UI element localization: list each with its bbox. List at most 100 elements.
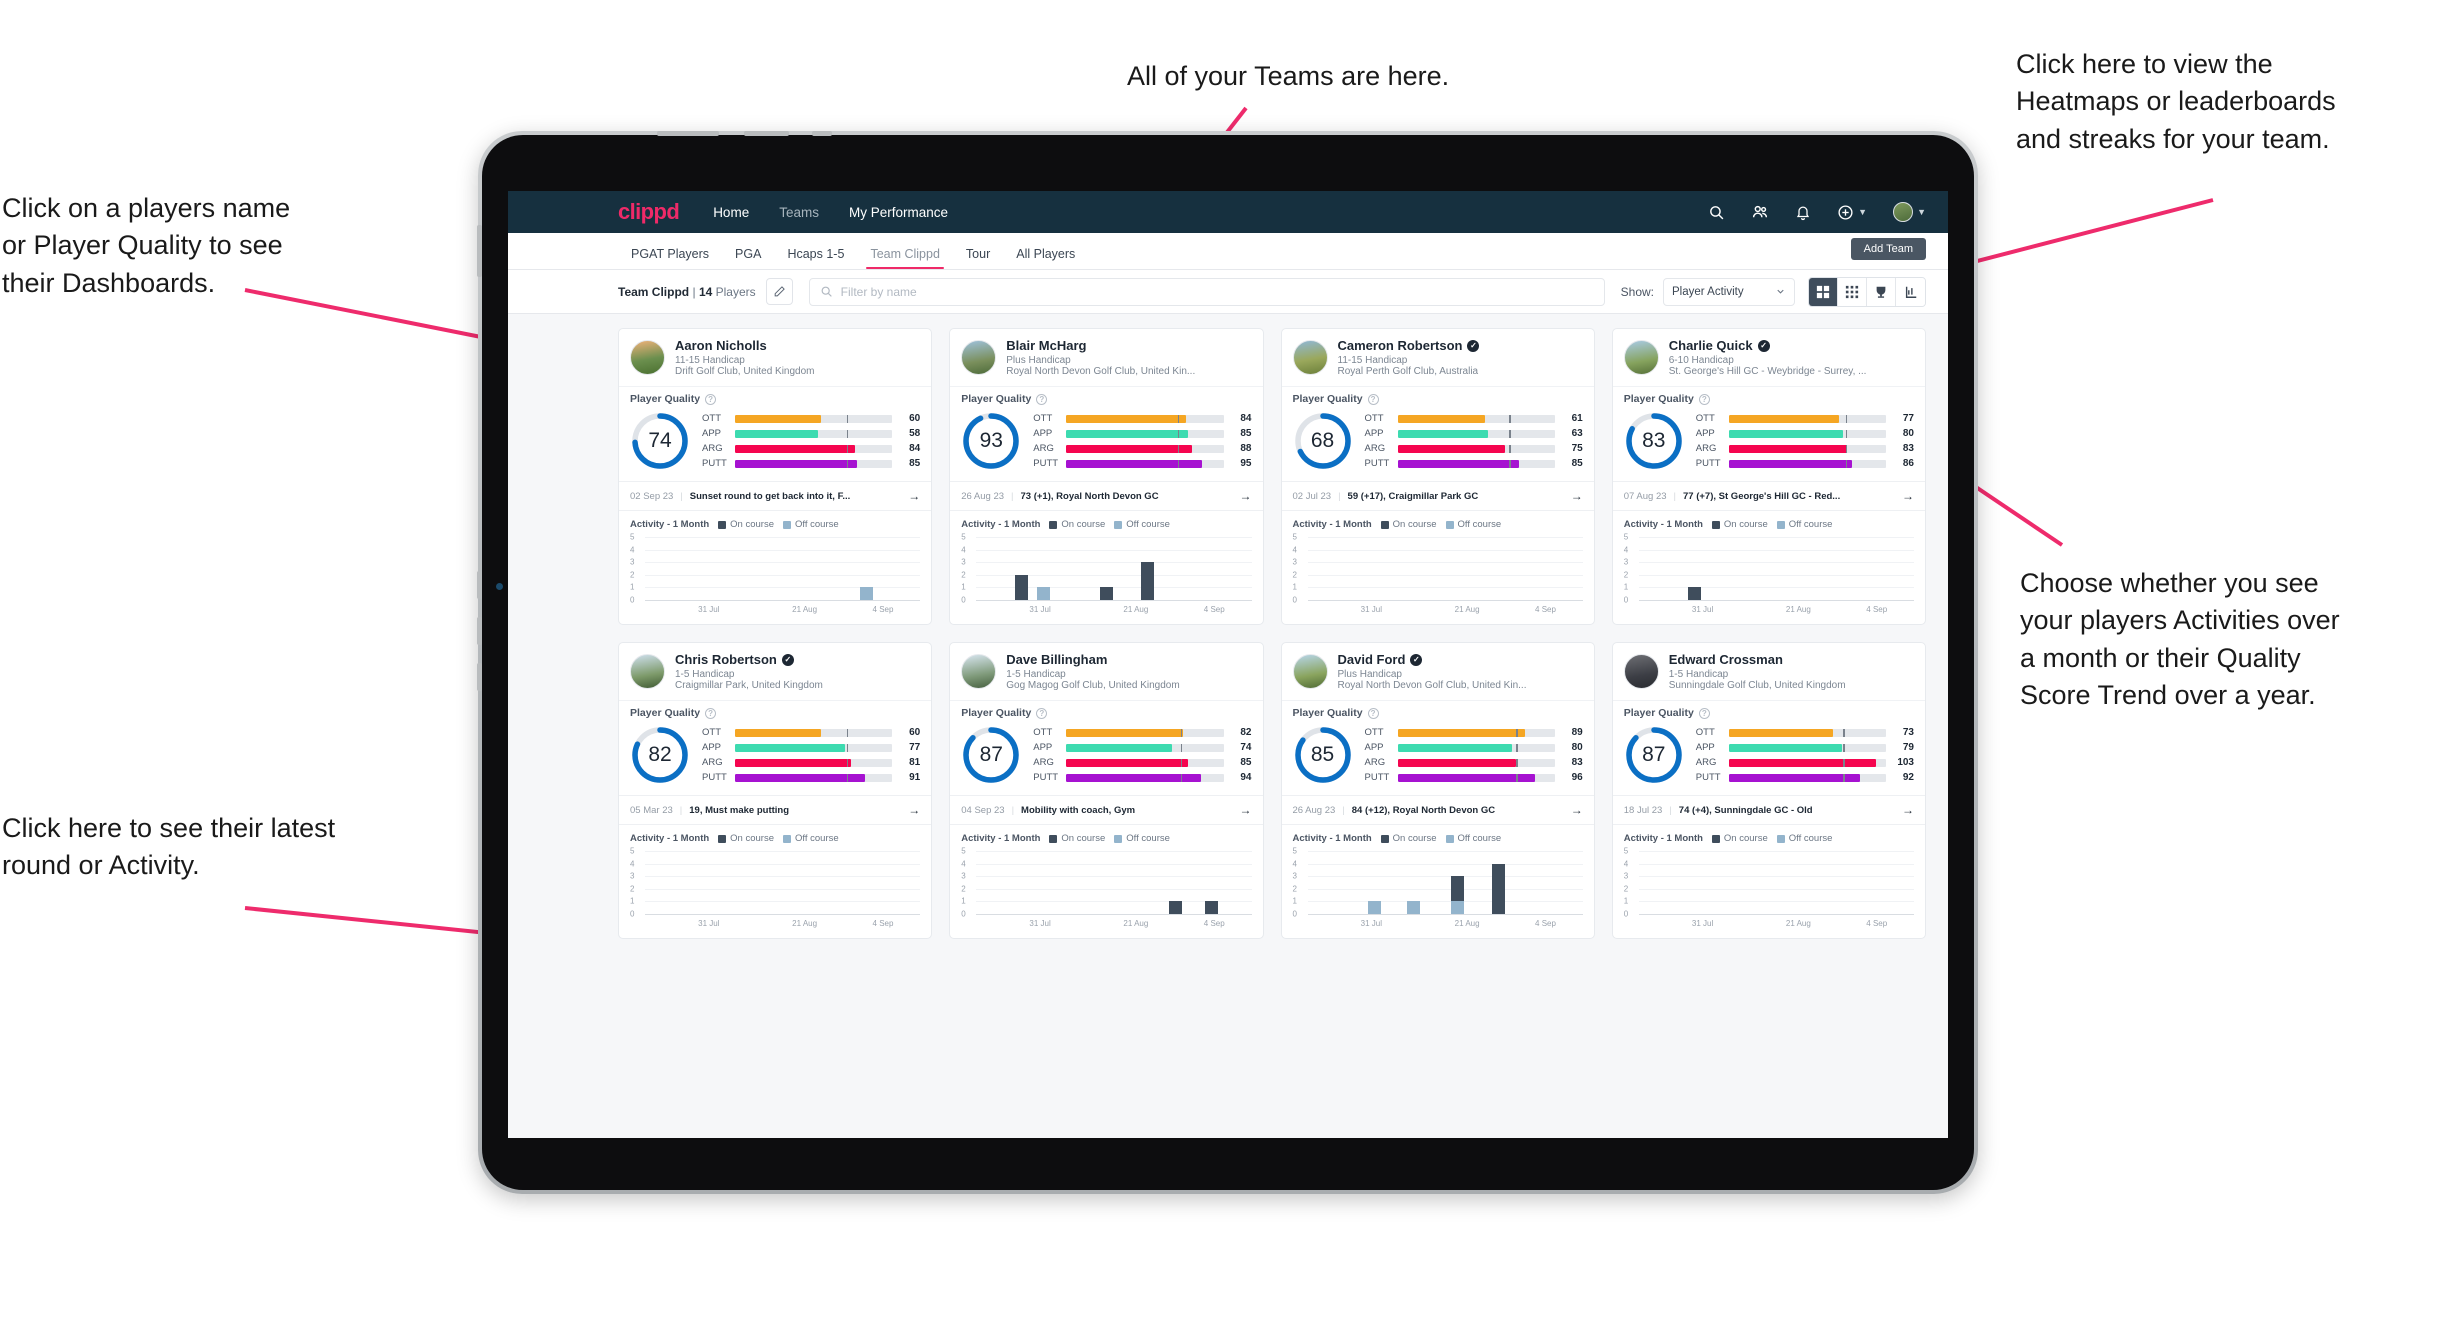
arrow-right-icon[interactable]: →	[1902, 489, 1914, 503]
activity-bar	[1204, 901, 1218, 914]
player-card[interactable]: Blair McHarg Plus Handicap Royal North Dev…	[949, 328, 1264, 625]
player-name[interactable]: David Ford ✓	[1338, 652, 1527, 667]
y-axis-tick: 3	[961, 871, 966, 881]
arrow-right-icon[interactable]: →	[1571, 489, 1583, 503]
help-icon[interactable]: ?	[705, 707, 717, 719]
trophy-icon[interactable]	[1867, 277, 1896, 306]
latest-round-row[interactable]: 02 Sep 23 | Sunset round to get back into …	[619, 481, 932, 511]
x-axis-tick: 31 Jul	[698, 605, 720, 614]
player-avatar[interactable]	[1623, 654, 1659, 689]
latest-round-row[interactable]: 18 Jul 23 | 74 (+4), Sunningdale GC - Old →	[1612, 795, 1925, 825]
help-icon[interactable]: ?	[1036, 393, 1048, 405]
bell-icon[interactable]	[1795, 204, 1811, 221]
player-card-header[interactable]: David Ford ✓ Plus Handicap Royal North Devo…	[1282, 643, 1594, 700]
metric-benchmark-marker	[1845, 444, 1848, 453]
player-card[interactable]: David Ford ✓ Plus Handicap Royal North Devo…	[1280, 642, 1595, 939]
player-card-header[interactable]: Edward Crossman 1-5 Handicap Sunningdale G…	[1613, 643, 1925, 700]
player-name[interactable]: Cameron Robertson ✓	[1338, 338, 1480, 353]
latest-round-row[interactable]: 07 Aug 23 | 77 (+7), St George's Hill GC -…	[1612, 481, 1925, 511]
edit-team-button[interactable]	[765, 278, 793, 305]
quality-score-donut: 68	[1293, 411, 1353, 471]
player-name[interactable]: Dave Billingham	[1006, 652, 1179, 667]
player-avatar[interactable]	[1623, 340, 1659, 375]
latest-round-row[interactable]: 26 Aug 23 | 84 (+12), Royal North Devon GC…	[1281, 795, 1594, 825]
grid-view-icon[interactable]	[1809, 277, 1838, 306]
y-axis-tick: 1	[1292, 896, 1297, 906]
plus-circle-icon[interactable]: ▼	[1837, 204, 1867, 221]
help-icon[interactable]: ?	[1698, 707, 1710, 719]
help-icon[interactable]: ?	[1367, 707, 1379, 719]
help-icon[interactable]: ?	[705, 393, 717, 405]
player-quality-section[interactable]: Player Quality? 68 OTT 61 APP 63 ARG 75 PUTT 85	[1281, 386, 1594, 481]
arrow-right-icon[interactable]: →	[1571, 803, 1583, 817]
player-avatar[interactable]	[961, 340, 997, 375]
arrow-right-icon[interactable]: →	[1240, 489, 1252, 503]
help-icon[interactable]: ?	[1367, 393, 1379, 405]
tab-hcaps-1-5[interactable]: Hcaps 1-5	[774, 247, 857, 269]
activity-header: Activity - 1 Month On course Off course	[1624, 519, 1914, 530]
player-card-header[interactable]: Aaron Nicholls 11-15 Handicap Drift Golf C…	[619, 329, 931, 386]
nav-home[interactable]: Home	[713, 205, 749, 220]
latest-round-row[interactable]: 04 Sep 23 | Mobility with coach, Gym →	[950, 795, 1263, 825]
activity-bar	[1406, 901, 1420, 914]
player-card-header[interactable]: Charlie Quick ✓ 6-10 Handicap St. George's …	[1613, 329, 1925, 386]
player-card[interactable]: Aaron Nicholls 11-15 Handicap Drift Golf C…	[618, 328, 933, 625]
player-quality-section[interactable]: Player Quality? 87 OTT 73 APP 79 ARG 103 PUTT 92	[1612, 700, 1925, 795]
player-name[interactable]: Edward Crossman	[1669, 652, 1846, 667]
chart-icon[interactable]	[1896, 277, 1925, 306]
help-icon[interactable]: ?	[1698, 393, 1710, 405]
add-team-button[interactable]: Add Team	[1850, 238, 1926, 260]
latest-round-row[interactable]: 26 Aug 23 | 73 (+1), Royal North Devon GC →	[950, 481, 1263, 511]
avatar[interactable]: ▼	[1893, 202, 1926, 222]
player-name[interactable]: Aaron Nicholls	[675, 338, 815, 353]
player-quality-section[interactable]: Player Quality? 87 OTT 82 APP 74 ARG 85 PUTT 94	[950, 700, 1263, 795]
latest-round-row[interactable]: 02 Jul 23 | 59 (+17), Craigmillar Park GC →	[1281, 481, 1594, 511]
tab-tour[interactable]: Tour	[953, 247, 1003, 269]
tab-pgat-players[interactable]: PGAT Players	[618, 247, 722, 269]
player-card-header[interactable]: Blair McHarg Plus Handicap Royal North Dev…	[950, 329, 1262, 386]
player-card[interactable]: Cameron Robertson ✓ 11-15 Handicap Royal Pe…	[1280, 328, 1595, 625]
metric-bar-track	[1728, 743, 1886, 752]
player-card-header[interactable]: Dave Billingham 1-5 Handicap Gog Magog Gol…	[950, 643, 1262, 700]
people-icon[interactable]	[1751, 203, 1769, 221]
player-avatar[interactable]	[630, 654, 665, 689]
player-card[interactable]: Edward Crossman 1-5 Handicap Sunningdale G…	[1611, 642, 1926, 939]
clippd-logo[interactable]: clippd	[618, 199, 680, 225]
arrow-right-icon[interactable]: →	[1240, 803, 1252, 817]
search-icon[interactable]	[1708, 204, 1725, 221]
help-icon[interactable]: ?	[1036, 707, 1048, 719]
player-card[interactable]: Chris Robertson ✓ 1-5 Handicap Craigmillar …	[618, 642, 933, 939]
player-quality-section[interactable]: Player Quality? 82 OTT 60 APP 77 ARG 81 PUTT 91	[619, 700, 932, 795]
player-name[interactable]: Chris Robertson ✓	[675, 652, 823, 667]
show-select[interactable]: Player Activity	[1663, 277, 1795, 306]
team-name: Team Clippd	[618, 284, 690, 299]
player-avatar[interactable]	[961, 654, 997, 689]
player-quality-title: Player Quality?	[1293, 707, 1583, 719]
tab-team-clippd[interactable]: Team Clippd	[857, 247, 952, 269]
search-field[interactable]	[808, 277, 1605, 306]
latest-round-row[interactable]: 05 Mar 23 | 19, Must make putting →	[619, 795, 932, 825]
search-input[interactable]	[840, 284, 1594, 299]
dense-grid-icon[interactable]	[1838, 277, 1867, 306]
player-card-header[interactable]: Chris Robertson ✓ 1-5 Handicap Craigmillar …	[619, 643, 931, 700]
player-card-header[interactable]: Cameron Robertson ✓ 11-15 Handicap Royal Pe…	[1282, 329, 1594, 386]
player-quality-section[interactable]: Player Quality? 85 OTT 89 APP 80 ARG 83 PUTT 96	[1281, 700, 1594, 795]
player-quality-section[interactable]: Player Quality? 83 OTT 77 APP 80 ARG 83 PUTT 86	[1612, 386, 1925, 481]
player-quality-section[interactable]: Player Quality? 74 OTT 60 APP 58 ARG 84 PUTT 85	[619, 386, 932, 481]
player-name[interactable]: Blair McHarg	[1006, 338, 1195, 353]
player-avatar[interactable]	[1292, 340, 1328, 375]
nav-teams[interactable]: Teams	[779, 205, 819, 220]
arrow-right-icon[interactable]: →	[1902, 803, 1914, 817]
player-avatar[interactable]	[630, 340, 665, 375]
player-card[interactable]: Charlie Quick ✓ 6-10 Handicap St. George's …	[1611, 328, 1926, 625]
arrow-right-icon[interactable]: →	[908, 489, 920, 503]
tab-all-players[interactable]: All Players	[1003, 247, 1088, 269]
arrow-right-icon[interactable]: →	[908, 803, 920, 817]
nav-my-performance[interactable]: My Performance	[849, 205, 948, 220]
player-quality-section[interactable]: Player Quality? 93 OTT 84 APP 85 ARG 88 PUTT 95	[950, 386, 1263, 481]
metric-bar-fill	[1728, 743, 1842, 752]
player-avatar[interactable]	[1292, 654, 1328, 689]
player-name[interactable]: Charlie Quick ✓	[1669, 338, 1867, 353]
player-card[interactable]: Dave Billingham 1-5 Handicap Gog Magog Gol…	[949, 642, 1264, 939]
tab-pga[interactable]: PGA	[722, 247, 774, 269]
